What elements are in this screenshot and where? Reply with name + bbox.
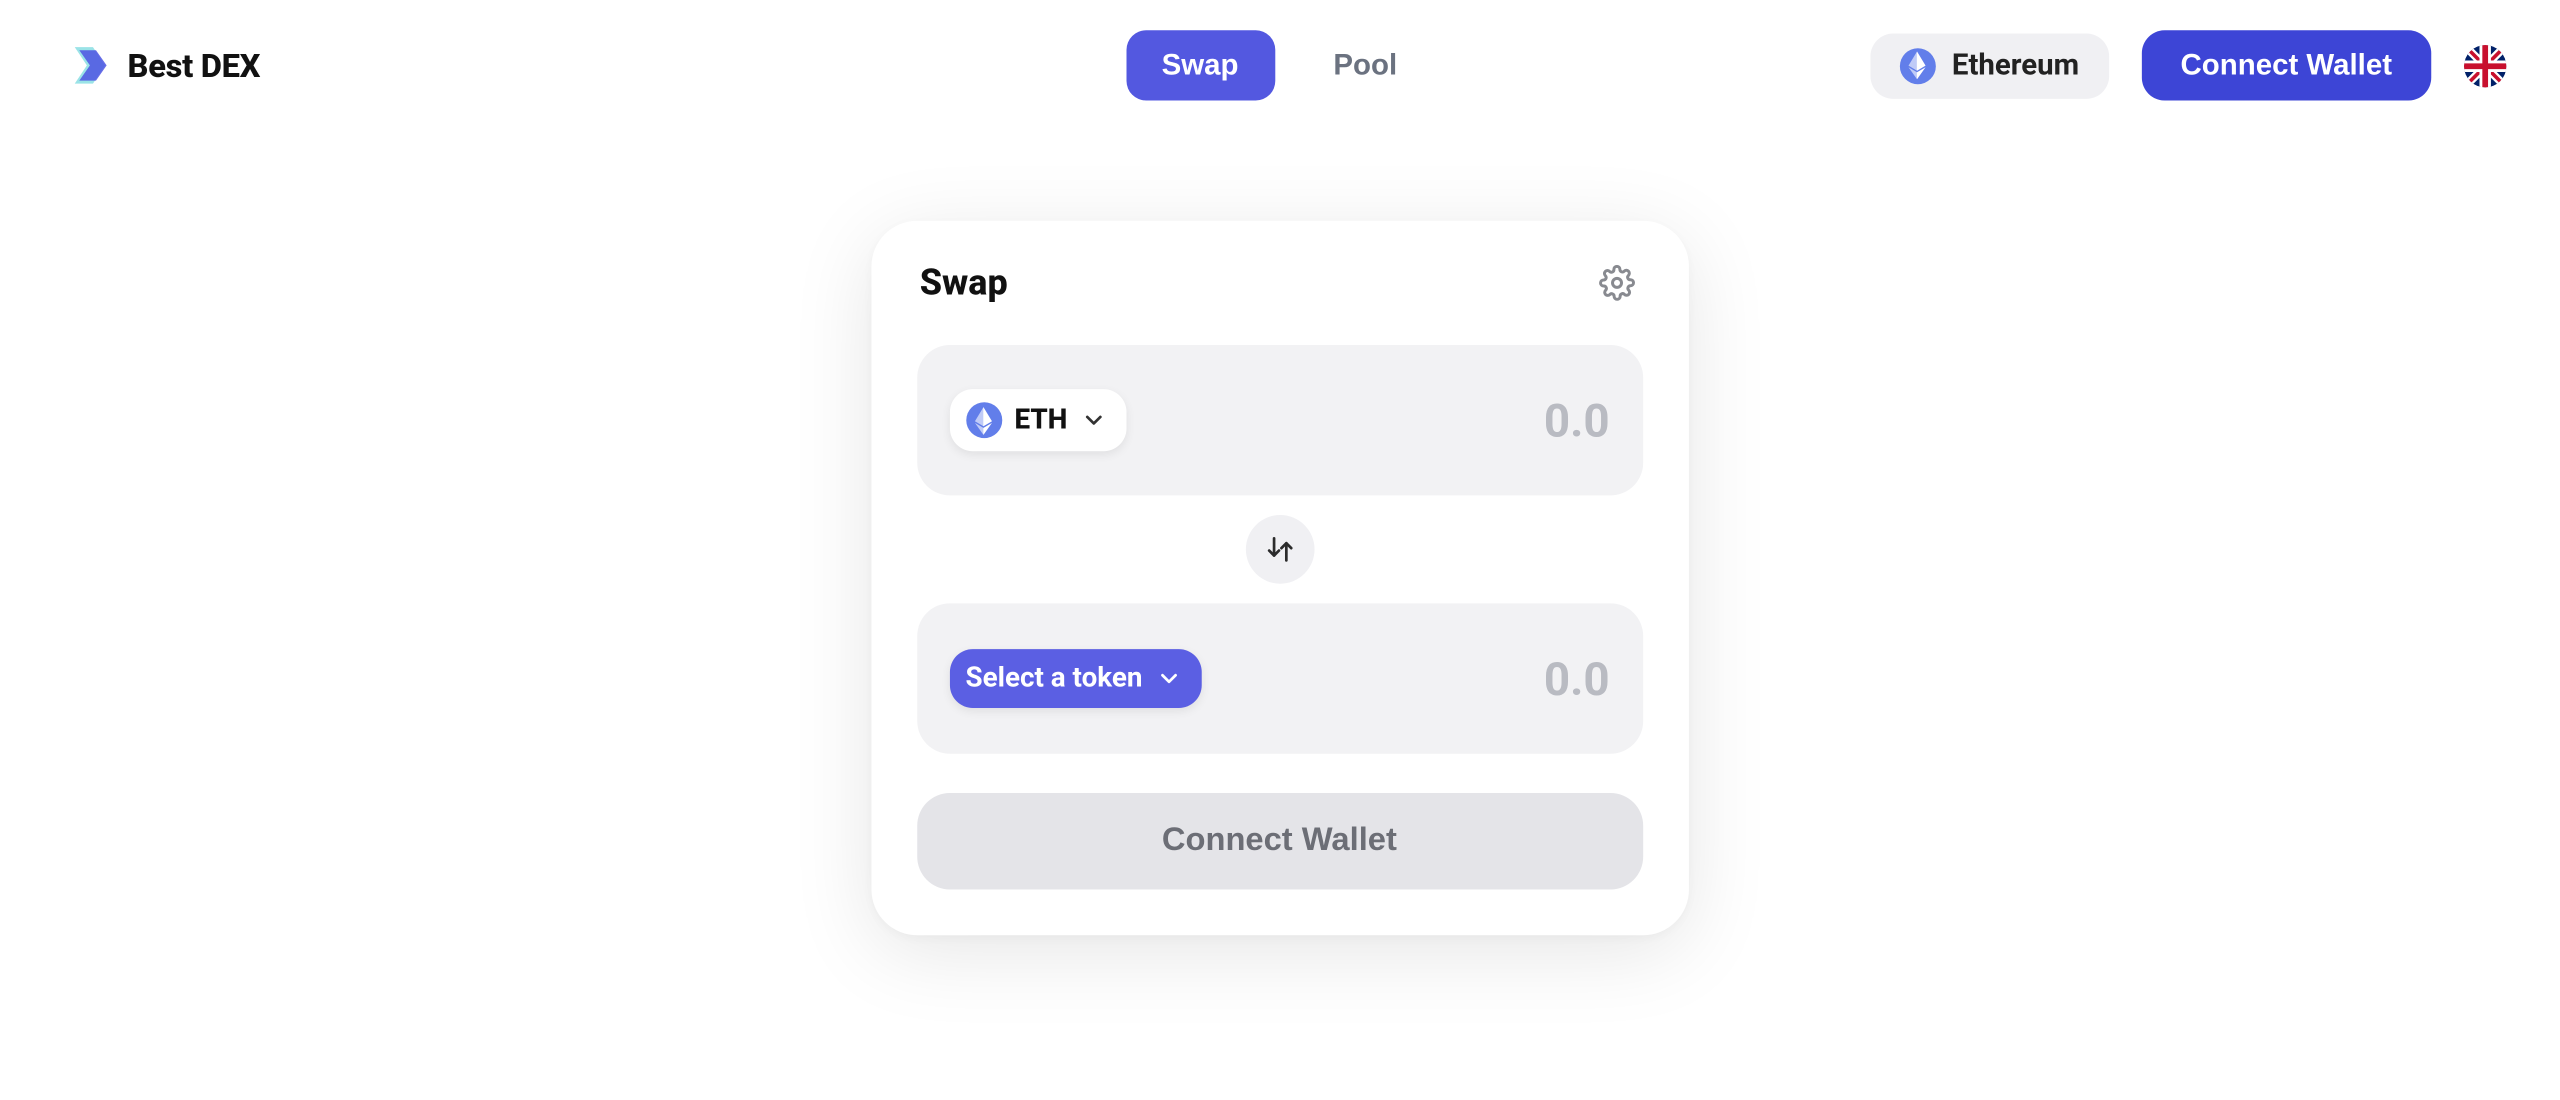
swap-arrows-icon	[1265, 535, 1294, 564]
swap-connect-wallet-button[interactable]: Connect Wallet	[916, 793, 1642, 889]
logo-icon	[65, 44, 114, 87]
network-selector[interactable]: Ethereum	[1870, 33, 2108, 98]
from-token-selector[interactable]: ETH	[949, 389, 1126, 451]
swap-card-header: Swap	[916, 260, 1642, 306]
network-name: Ethereum	[1952, 48, 2079, 82]
chevron-down-icon	[1156, 665, 1182, 691]
swap-direction-button[interactable]	[1245, 515, 1314, 584]
header-right: Ethereum Connect Wallet	[1870, 30, 2506, 100]
swap-card-title: Swap	[920, 262, 1008, 303]
to-token-selector[interactable]: Select a token	[949, 649, 1201, 708]
ethereum-icon	[1900, 47, 1936, 83]
to-amount-input[interactable]	[1315, 652, 1609, 706]
settings-button[interactable]	[1593, 260, 1639, 306]
header: Best DEX Swap Pool Ethereum Connect Wall…	[0, 0, 2559, 131]
from-amount-input[interactable]	[1315, 393, 1609, 447]
ethereum-icon	[965, 402, 1001, 438]
nav-swap[interactable]: Swap	[1126, 30, 1275, 100]
to-token-row: Select a token	[916, 603, 1642, 753]
uk-flag-icon	[2464, 44, 2507, 87]
to-token-select-label: Select a token	[965, 662, 1142, 695]
gear-icon	[1598, 265, 1634, 301]
logo[interactable]: Best DEX	[65, 44, 260, 87]
connect-wallet-button[interactable]: Connect Wallet	[2141, 30, 2431, 100]
chevron-down-icon	[1080, 407, 1106, 433]
main-nav: Swap Pool	[1126, 30, 1433, 100]
nav-pool[interactable]: Pool	[1297, 30, 1433, 100]
app-title: Best DEX	[128, 46, 261, 85]
language-selector[interactable]	[2464, 44, 2507, 87]
swap-direction-row	[916, 515, 1642, 584]
from-token-row: ETH	[916, 345, 1642, 495]
from-token-symbol: ETH	[1015, 404, 1068, 437]
swap-card: Swap ETH	[871, 221, 1688, 935]
